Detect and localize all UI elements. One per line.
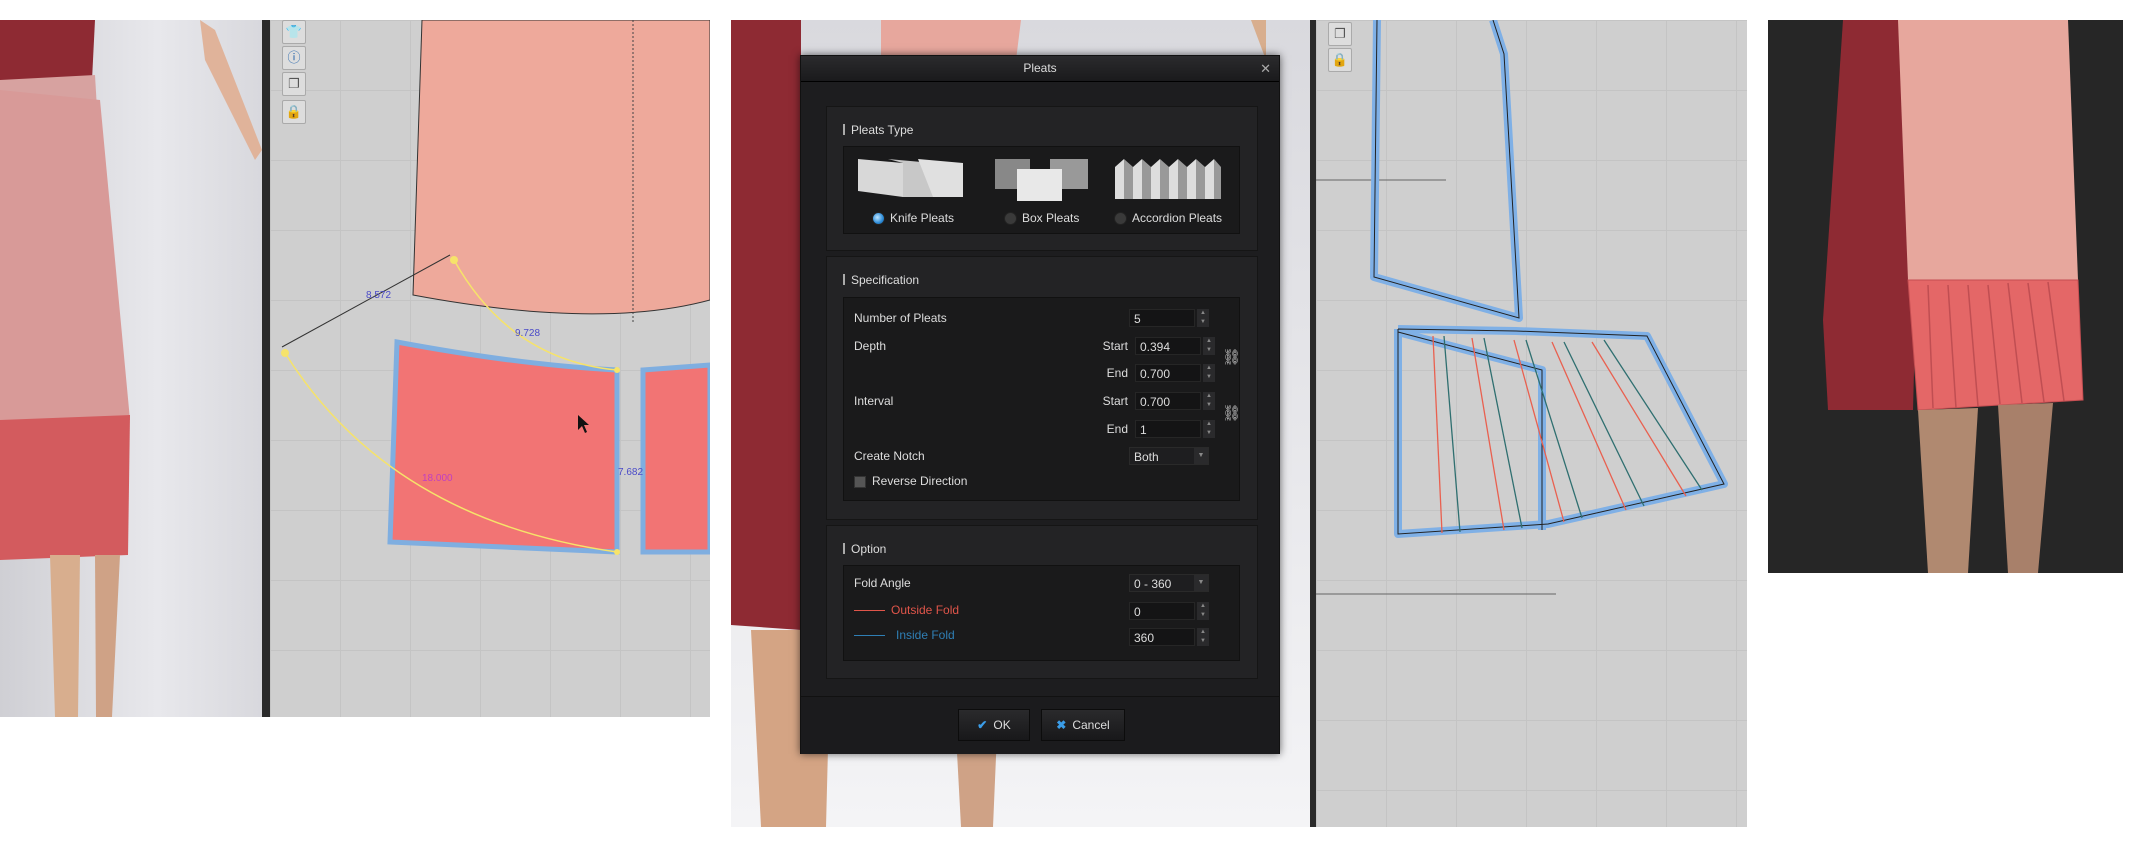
knife-pleats-icon — [858, 159, 963, 197]
outside-fold-spinner[interactable]: ▲ ▼ — [1197, 602, 1209, 620]
pattern-pieces — [281, 20, 710, 555]
check-icon: ✔ — [977, 718, 988, 732]
interval-start-input[interactable]: 0.700 — [1135, 392, 1201, 410]
interval-end-input[interactable]: 1 — [1135, 420, 1201, 438]
avatar-3d-view-left[interactable] — [0, 20, 262, 717]
dialog-title: Pleats — [1023, 61, 1057, 75]
pleats-type-options: Knife Pleats Box Pleats Accordion Pleats — [843, 146, 1240, 234]
section-title: Specification — [843, 273, 919, 287]
interval-end-spinner[interactable]: ▲ ▼ — [1203, 420, 1215, 438]
ok-button[interactable]: ✔ OK — [958, 709, 1030, 741]
create-notch-dropdown[interactable]: Both ▼ — [1129, 447, 1209, 465]
measurement-label: 7.682 — [618, 467, 644, 478]
depth-label: Depth — [854, 339, 887, 353]
inside-fold-label: Inside Fold — [896, 628, 955, 642]
inside-fold-line-icon — [854, 635, 885, 636]
pleat-piece-1 — [387, 339, 620, 555]
avatar-figure — [0, 20, 262, 717]
outside-fold-line-icon — [854, 610, 885, 611]
inside-fold-input[interactable]: 360 — [1129, 628, 1195, 646]
number-of-pleats-spinner[interactable]: ▲ ▼ — [1197, 309, 1209, 327]
measurement-label: 8.572 — [366, 290, 392, 301]
upper-skirt-piece — [412, 20, 710, 315]
link-depth-icon[interactable]: ⛓ — [1222, 348, 1241, 366]
pattern-2d-view-right[interactable]: ❐ 🔒 — [1316, 20, 1747, 827]
link-interval-icon[interactable]: ⛓ — [1222, 404, 1241, 422]
dialog-titlebar[interactable]: Pleats ✕ — [801, 56, 1279, 82]
box-pleats-icon — [995, 159, 1088, 201]
dialog-footer: ✔ OK ✖ Cancel — [801, 696, 1279, 754]
specification-fields: Number of Pleats 5 ▲ ▼ Depth Start 0.394 … — [843, 297, 1241, 501]
fold-angle-dropdown[interactable]: 0 - 360 ▼ — [1129, 574, 1209, 592]
avatar-figure — [1823, 20, 2084, 573]
option-fields: Fold Angle 0 - 360 ▼ Outside Fold 0 ▲ ▼ I… — [843, 565, 1240, 661]
pleat-piece-2 — [640, 362, 710, 555]
interval-label: Interval — [854, 394, 894, 408]
reverse-direction-checkbox[interactable] — [854, 476, 866, 488]
pattern-pieces — [1316, 20, 1728, 595]
section-title: Option — [843, 542, 886, 556]
interval-end-label: End — [1106, 422, 1128, 436]
pleats-dialog: Pleats ✕ Pleats Type Knife Pleats Box Pl… — [800, 55, 1280, 754]
outside-fold-input[interactable]: 0 — [1129, 602, 1195, 620]
pleats-type-section: Pleats Type Knife Pleats Box Pleats Acco… — [826, 106, 1258, 251]
specification-section: Specification Number of Pleats 5 ▲ ▼ Dept… — [826, 256, 1258, 520]
measurement-label: 18.000 — [422, 473, 453, 484]
interval-start-spinner[interactable]: ▲ ▼ — [1203, 392, 1215, 410]
interval-start-label: Start — [1102, 394, 1128, 408]
depth-end-spinner[interactable]: ▲ ▼ — [1203, 364, 1215, 382]
number-of-pleats-label: Number of Pleats — [854, 311, 947, 325]
create-notch-label: Create Notch — [854, 449, 925, 463]
depth-start-label: Start — [1102, 339, 1128, 353]
x-icon: ✖ — [1056, 718, 1067, 732]
view-divider[interactable] — [262, 20, 270, 717]
depth-start-input[interactable]: 0.394 — [1135, 337, 1201, 355]
pattern-2d-view-left[interactable]: 👕 ⓘ ❐ 🔒 8.572 9.728 18.000 7.682 — [270, 20, 710, 717]
inside-fold-spinner[interactable]: ▲ ▼ — [1197, 628, 1209, 646]
reverse-direction-label: Reverse Direction — [872, 474, 968, 488]
depth-start-spinner[interactable]: ▲ ▼ — [1203, 337, 1215, 355]
number-of-pleats-input[interactable]: 5 — [1129, 309, 1195, 327]
measurement-label: 9.728 — [515, 328, 541, 339]
section-title: Pleats Type — [843, 123, 913, 137]
cancel-button[interactable]: ✖ Cancel — [1041, 709, 1125, 741]
chevron-down-icon: ▼ — [1194, 448, 1208, 464]
depth-end-label: End — [1106, 366, 1128, 380]
radio-box-pleats[interactable] — [1004, 212, 1017, 225]
chevron-down-icon: ▼ — [1194, 575, 1208, 591]
radio-accordion-pleats[interactable] — [1114, 212, 1127, 225]
radio-knife-pleats[interactable] — [872, 212, 885, 225]
close-icon[interactable]: ✕ — [1260, 56, 1271, 81]
depth-end-input[interactable]: 0.700 — [1135, 364, 1201, 382]
fold-angle-label: Fold Angle — [854, 576, 911, 590]
outside-fold-label: Outside Fold — [891, 603, 960, 617]
result-3d-preview — [1768, 20, 2123, 573]
option-section: Option Fold Angle 0 - 360 ▼ Outside Fold… — [826, 525, 1258, 679]
accordion-pleats-icon — [1115, 159, 1221, 199]
